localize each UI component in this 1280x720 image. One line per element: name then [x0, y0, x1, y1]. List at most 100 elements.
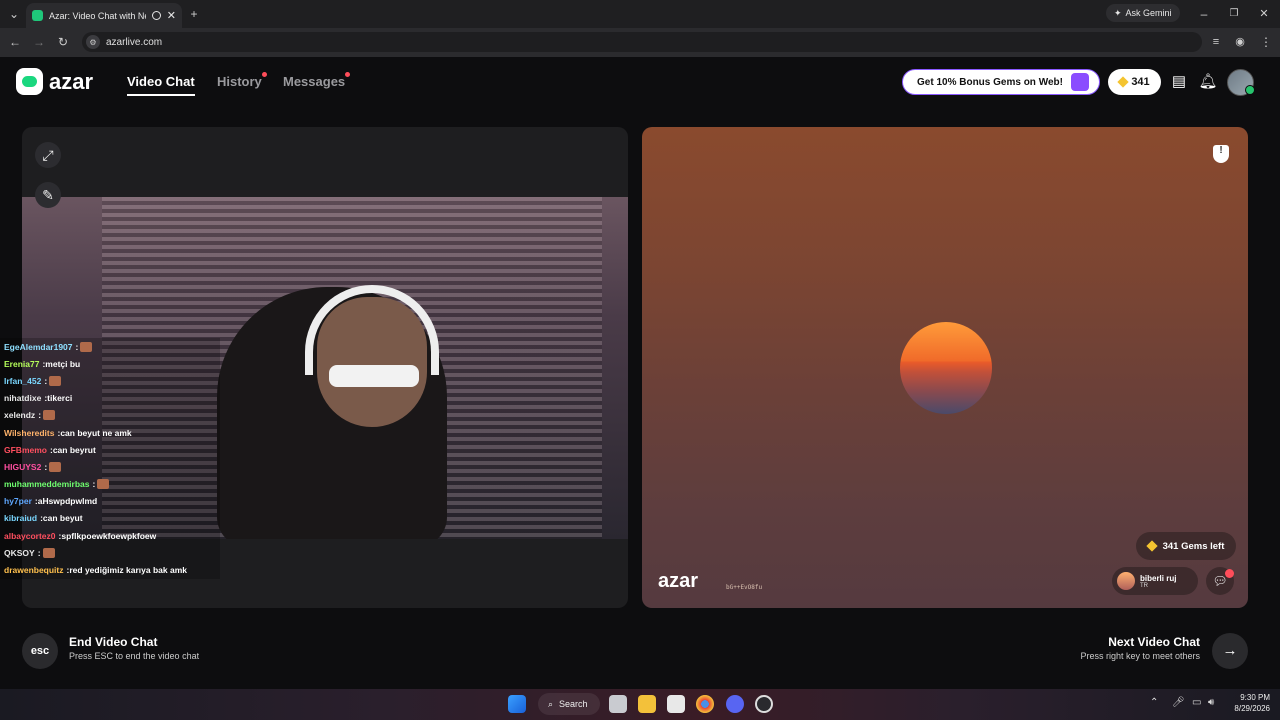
network-icon[interactable]: ▭	[1192, 697, 1201, 708]
new-tab-icon[interactable]: +	[186, 7, 202, 21]
nav-history[interactable]: History	[217, 74, 262, 89]
chat-emote-icon	[49, 375, 62, 386]
windows-start-icon[interactable]	[508, 695, 526, 713]
tab-search-icon[interactable]: ⌄	[6, 7, 22, 21]
tray-chevron-icon[interactable]: ⌃	[1150, 697, 1158, 708]
windows-taskbar: ⌕ Search ⌃ 🎤︎ ▭ 🔊︎ 9:30 PM 8/29/2026	[0, 689, 1280, 720]
next-chat-arrow-button[interactable]: →	[1212, 633, 1248, 669]
azar-favicon-icon	[32, 10, 43, 21]
logo-text: azar	[49, 68, 94, 94]
chat-separator: :	[75, 341, 79, 352]
nav-video-chat[interactable]: Video Chat	[127, 74, 195, 96]
gems-balance-button[interactable]: 341	[1108, 69, 1161, 95]
chat-username: QKSOY	[4, 547, 35, 558]
chat-username: muhammeddemirbas	[4, 479, 90, 490]
close-window-icon[interactable]: ✕	[1256, 7, 1272, 21]
forward-icon[interactable]: →	[31, 35, 47, 49]
chat-emote-icon	[97, 479, 110, 490]
shop-icon[interactable]: ▤	[1169, 72, 1189, 92]
next-chat-subtitle: Press right key to meet others	[1080, 651, 1200, 661]
close-tab-icon[interactable]: ✕	[167, 9, 176, 22]
next-chat-title: Next Video Chat	[1108, 635, 1200, 649]
browser-tab[interactable]: Azar: Video Chat with New ✕	[26, 3, 182, 28]
azar-logo[interactable]: azar	[16, 68, 93, 95]
clock-time: 9:30 PM	[1240, 693, 1270, 702]
chat-emote-icon	[42, 547, 55, 558]
chat-separator: :	[92, 479, 96, 490]
gems-left-badge: 341 Gems left	[1136, 532, 1236, 560]
watermark-code: bG++EvO8fu	[726, 584, 763, 591]
chat-message-text: spflkpoewkfoewpkfoew	[61, 530, 157, 541]
chrome-icon[interactable]	[696, 695, 714, 713]
media-controls-icon[interactable]: ≡	[1208, 35, 1224, 49]
gem-icon	[1145, 540, 1158, 552]
end-chat-esc-button[interactable]: esc	[22, 633, 58, 669]
chat-message-text: aHswpdpwlmd	[37, 496, 98, 507]
chat-message-row: Wilsheredits: can beyut ne amk	[0, 423, 220, 442]
profile-icon[interactable]: ◉	[1232, 35, 1248, 49]
nav-video-chat-label: Video Chat	[127, 74, 195, 89]
clock-date: 8/29/2026	[1234, 704, 1270, 713]
minimize-icon[interactable]: –	[1196, 7, 1212, 21]
chat-username: EgeAlemdar1907	[4, 341, 73, 352]
peer-profile-chip[interactable]: biberli ruj TR	[1112, 567, 1198, 595]
chat-username: Wilsheredits	[4, 427, 55, 438]
chat-username: Erenia77	[4, 358, 40, 369]
obs-icon[interactable]	[755, 695, 773, 713]
search-icon: ⌕	[548, 698, 554, 709]
peer-name: biberli ruj	[1140, 573, 1177, 583]
chat-emote-icon	[43, 410, 56, 421]
chat-emote-icon	[80, 341, 93, 352]
report-shield-icon[interactable]: !	[1213, 145, 1229, 163]
partner-video-panel: ! 341 Gems left biberli ruj TR 💬︎ azar b…	[642, 127, 1248, 608]
azar-watermark: azar	[658, 570, 699, 592]
chat-message-row: Irfan_452:	[0, 372, 220, 390]
ask-gemini-button[interactable]: ✦ Ask Gemini	[1106, 4, 1180, 22]
discord-icon[interactable]	[726, 695, 744, 713]
chat-username: drawenbequitz	[4, 565, 64, 576]
chat-separator: :	[37, 547, 41, 558]
address-bar[interactable]: ⚙ azarlive.com	[82, 32, 1202, 52]
avatar-status-badge	[1245, 85, 1255, 95]
magic-wand-icon[interactable]: ✎	[35, 182, 61, 208]
microphone-icon[interactable]: 🎤︎	[1172, 697, 1185, 708]
back-icon[interactable]: ←	[7, 35, 23, 49]
reload-icon[interactable]: ↻	[55, 35, 71, 49]
glasses	[329, 365, 419, 387]
site-info-icon[interactable]: ⚙	[86, 35, 100, 49]
bonus-gems-button[interactable]: Get 10% Bonus Gems on Web!	[902, 69, 1100, 95]
gems-count: 341	[1131, 76, 1150, 88]
system-clock[interactable]: 9:30 PM 8/29/2026	[1222, 692, 1270, 714]
chat-username: kibraiud	[4, 513, 38, 524]
chat-message-row: EgeAlemdar1907:	[0, 338, 220, 356]
restore-icon[interactable]: ❐	[1226, 7, 1242, 21]
browser-tab-strip: ⌄ Azar: Video Chat with New ✕ + ✦ Ask Ge…	[0, 0, 1280, 28]
gemini-sparkle-icon: ✦	[1114, 7, 1122, 18]
chat-separator: :	[44, 461, 48, 472]
bell-icon[interactable]: 🔔︎	[1198, 72, 1218, 92]
gem-icon	[1117, 76, 1129, 88]
taskbar-search-label: Search	[559, 699, 588, 709]
chat-username: nihatdixe	[4, 393, 42, 404]
volume-icon[interactable]: 🔊︎	[1208, 697, 1214, 708]
messages-notification-dot	[345, 72, 350, 77]
bonus-gems-label: Get 10% Bonus Gems on Web!	[917, 76, 1063, 88]
recording-icon	[151, 11, 161, 20]
chat-username: Irfan_452	[4, 375, 42, 386]
expand-icon[interactable]: ⤢	[35, 142, 61, 168]
chat-message-text: can beyut	[42, 513, 83, 524]
store-icon[interactable]	[667, 695, 685, 713]
address-text: azarlive.com	[106, 36, 163, 48]
chat-message-row: kibraiud: can beyut	[0, 509, 220, 528]
file-explorer-icon[interactable]	[638, 695, 656, 713]
taskbar-search[interactable]: ⌕ Search	[538, 693, 600, 715]
chat-message-row: QKSOY:	[0, 544, 220, 562]
nav-messages[interactable]: Messages	[283, 74, 345, 89]
tab-title: Azar: Video Chat with New	[49, 10, 146, 21]
chat-separator: :	[38, 410, 42, 421]
nav-messages-label: Messages	[283, 74, 346, 89]
task-view-icon[interactable]	[609, 695, 627, 713]
chat-separator: :	[44, 375, 48, 386]
menu-kebab-icon[interactable]: ⋮	[1258, 35, 1274, 49]
end-chat-title: End Video Chat	[69, 635, 158, 649]
